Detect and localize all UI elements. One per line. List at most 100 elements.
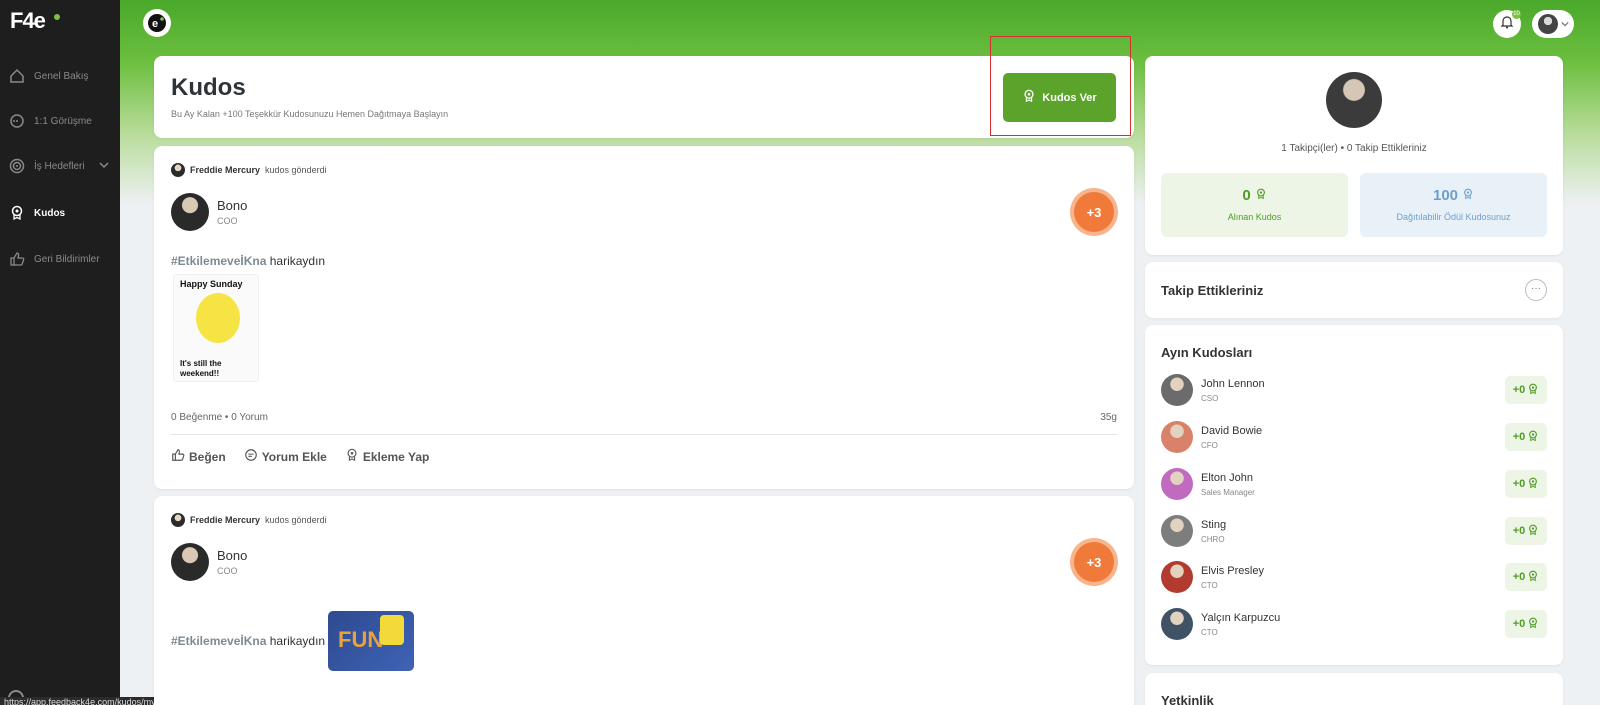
person-name: Yalçın Karpuzcu [1201,611,1281,624]
kudos-icon [1527,477,1539,492]
kudos-icon [1527,430,1539,445]
avatar [1161,468,1193,500]
kudos-post: Freddie Mercury kudos gönderdi Bono COO … [154,496,1134,705]
kudos-points-badge: +0 [1505,376,1547,404]
thumb-up-icon [171,448,185,465]
sidebar-item-label: Geri Bildirimler [34,253,100,265]
avatar [1161,374,1193,406]
received-kudos-box: 0 Alınan Kudos [1161,173,1348,237]
list-item[interactable]: Yalçın Karpuzcu CTO +0 [1161,604,1547,644]
thumb-up-icon [8,250,26,268]
post-sender[interactable]: Freddie Mercury kudos gönderdi [171,513,327,527]
sidebar-item-label: Kudos [34,207,66,219]
recipient-role: COO [217,566,238,576]
person-role: CTO [1201,580,1218,590]
bell-icon [1500,15,1514,34]
chat-icon [8,112,26,130]
home-icon [8,67,26,85]
sidebar-item-label: 1:1 Görüşme [34,115,92,127]
person-role: CFO [1201,440,1218,450]
distributable-kudos-label: Dağıtılabilir Ödül Kudosunuz [1396,212,1511,222]
list-item[interactable]: Sting CHRO +0 [1161,511,1547,551]
post-recipient[interactable]: Bono COO [171,543,247,581]
avatar[interactable] [1326,72,1382,128]
more-options-button[interactable]: ··· [1525,279,1547,301]
following-title: Takip Ettikleriniz [1161,283,1264,298]
kudos-icon [1527,617,1539,632]
comment-button[interactable]: Yorum Ekle [244,448,327,465]
avatar [171,193,209,231]
person-name: Sting [1201,518,1227,531]
notification-button[interactable]: 10 [1493,10,1521,38]
recipient-name: Bono [217,548,248,563]
post-tag[interactable]: #EtkilemeveİKna [171,254,266,268]
kudos-icon [8,204,26,222]
sidebar-item-goals[interactable]: İş Hedefleri [8,153,116,179]
page-title: Kudos [171,74,246,101]
avatar [1161,608,1193,640]
chevron-down-icon [99,160,109,173]
avatar [171,163,185,177]
post-recipient[interactable]: Bono COO [171,193,247,231]
kudos-icon [1527,570,1539,585]
post-tag[interactable]: #EtkilemeveİKna [171,634,266,648]
monthly-kudos-title: Ayın Kudosları [1161,345,1253,360]
brand-logo-icon[interactable]: e [143,9,171,37]
distributable-kudos-value: 100 [1432,187,1459,204]
person-role: CTO [1201,627,1218,637]
post-sender[interactable]: Freddie Mercury kudos gönderdi [171,163,327,177]
sidebar-item-one-on-one[interactable]: 1:1 Görüşme [8,108,116,134]
person-name: Elvis Presley [1201,564,1264,577]
sidebar: F4e Genel Bakış 1:1 Görüşme İş Hedefleri… [0,0,120,705]
sender-action: kudos gönderdi [265,515,327,525]
person-name: John Lennon [1201,377,1265,390]
avatar [171,543,209,581]
kudos-icon [1255,187,1267,204]
points-badge: +3 [1074,192,1114,232]
kudos-post: Freddie Mercury kudos gönderdi Bono COO … [154,146,1134,489]
svg-text:e: e [152,18,158,30]
kudos-header-card: Kudos Bu Ay Kalan +100 Teşekkür Kudosunu… [154,56,1134,138]
notification-badge: 10 [1512,10,1521,19]
kudos-points-badge: +0 [1505,423,1547,451]
list-item[interactable]: Elton John Sales Manager +0 [1161,464,1547,504]
list-item[interactable]: John Lennon CSO +0 [1161,370,1547,410]
person-role: Sales Manager [1201,487,1255,497]
kudos-icon [1527,383,1539,398]
received-kudos-label: Alınan Kudos [1227,212,1282,222]
like-button[interactable]: Beğen [171,448,226,465]
kudos-points-badge: +0 [1505,563,1547,591]
avatar [1537,14,1558,34]
avatar [1161,561,1193,593]
sender-name: Freddie Mercury [190,515,261,525]
avatar [171,513,185,527]
kudos-icon [1462,187,1474,204]
skills-card: Yetkinlik [1145,673,1563,705]
sidebar-item-kudos[interactable]: Kudos [8,200,116,226]
profile-card: 1 Takipçi(ler) • 0 Takip Ettikleriniz 0 … [1145,56,1563,255]
sidebar-item-overview[interactable]: Genel Bakış [8,63,116,89]
sender-name: Freddie Mercury [190,165,261,175]
list-item[interactable]: Elvis Presley CTO +0 [1161,557,1547,597]
kudos-points-badge: +0 [1505,517,1547,545]
target-icon [8,157,26,175]
kudos-points-badge: +0 [1505,610,1547,638]
sidebar-item-label: Genel Bakış [34,70,89,82]
received-kudos-value: 0 [1242,187,1251,204]
user-menu-button[interactable] [1532,10,1574,38]
skills-title: Yetkinlik [1161,693,1214,705]
chevron-down-icon [1560,15,1569,33]
app-logo[interactable]: F4e [10,8,60,36]
recipient-name: Bono [217,198,248,213]
add-kudos-button[interactable]: Ekleme Yap [345,448,429,465]
person-role: CHRO [1201,534,1225,544]
post-gif-image: Happy Sunday It's still the weekend!! [173,274,259,382]
post-gif-image: FUN [328,611,414,671]
recipient-role: COO [217,216,238,226]
list-item[interactable]: David Bowie CFO +0 [1161,417,1547,457]
following-card: Takip Ettikleriniz ··· [1145,262,1563,318]
sidebar-item-feedback[interactable]: Geri Bildirimler [8,246,116,272]
follow-summary[interactable]: 1 Takipçi(ler) • 0 Takip Ettikleriniz [1145,143,1563,154]
distributable-kudos-box: 100 Dağıtılabilir Ödül Kudosunuz [1360,173,1547,237]
sender-action: kudos gönderdi [265,165,327,175]
